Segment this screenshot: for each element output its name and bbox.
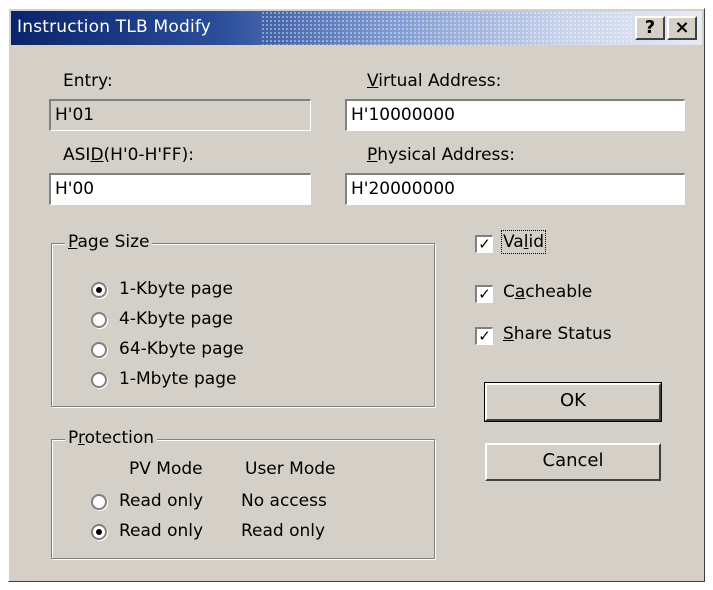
share-status-accel: S bbox=[503, 324, 514, 344]
virtual-address-input[interactable]: H'10000000 bbox=[345, 99, 685, 131]
protection-radio-no-access[interactable] bbox=[91, 494, 107, 510]
close-icon: × bbox=[674, 17, 690, 38]
page-size-radio-1m[interactable] bbox=[91, 372, 107, 388]
protection-title-post: otection bbox=[84, 428, 155, 448]
asid-accel: D bbox=[90, 145, 104, 165]
window-title: Instruction TLB Modify bbox=[17, 17, 212, 37]
page-size-option-label: 1-Mbyte page bbox=[119, 369, 237, 389]
check-icon: ✓ bbox=[478, 285, 491, 303]
check-icon: ✓ bbox=[478, 327, 491, 345]
page-size-option-label: 64-Kbyte page bbox=[119, 339, 244, 359]
physical-address-label-text: hysical Address: bbox=[377, 145, 516, 165]
physical-address-accel: P bbox=[367, 145, 378, 165]
valid-checkbox[interactable]: ✓ bbox=[475, 235, 493, 253]
protection-user-value: Read only bbox=[241, 521, 326, 541]
physical-address-label: Physical Address: bbox=[367, 145, 515, 165]
protection-accel: r bbox=[77, 428, 85, 448]
asid-input[interactable]: H'00 bbox=[49, 173, 311, 205]
cacheable-label[interactable]: Cacheable bbox=[503, 282, 592, 302]
protection-radio-read-only[interactable] bbox=[91, 524, 107, 540]
page-size-title: Page Size bbox=[65, 232, 153, 252]
protection-user-value: No access bbox=[241, 491, 327, 511]
virtual-address-label-text: irtual Address: bbox=[378, 71, 502, 91]
protection-pv-value: Read only bbox=[119, 491, 204, 511]
page-size-radio-64k[interactable] bbox=[91, 342, 107, 358]
share-status-checkbox[interactable]: ✓ bbox=[475, 327, 493, 345]
title-bar-pattern bbox=[261, 11, 632, 45]
physical-address-input[interactable]: H'20000000 bbox=[345, 173, 685, 205]
page-size-option-label: 1-Kbyte page bbox=[119, 279, 233, 299]
page-size-radio-1k[interactable] bbox=[91, 282, 107, 298]
valid-label-pre: Va bbox=[503, 232, 524, 252]
valid-label-text: Valid bbox=[501, 230, 546, 254]
page-size-option-label: 4-Kbyte page bbox=[119, 309, 233, 329]
user-mode-header: User Mode bbox=[245, 459, 336, 479]
help-icon: ? bbox=[644, 17, 656, 38]
cancel-button[interactable]: Cancel bbox=[485, 443, 661, 481]
cacheable-accel: a bbox=[514, 282, 526, 302]
help-button[interactable]: ? bbox=[635, 16, 665, 40]
asid-label-pre: ASI bbox=[63, 145, 91, 165]
virtual-address-accel: V bbox=[367, 71, 379, 91]
protection-pv-value: Read only bbox=[119, 521, 204, 541]
valid-label[interactable]: Valid bbox=[501, 230, 546, 254]
entry-field: H'01 bbox=[49, 99, 311, 131]
page-size-group bbox=[51, 243, 435, 407]
page-size-radio-4k[interactable] bbox=[91, 312, 107, 328]
protection-title: Protection bbox=[65, 428, 158, 448]
share-status-label-post: hare Status bbox=[513, 324, 612, 344]
ok-button[interactable]: OK bbox=[484, 382, 662, 422]
tlb-modify-dialog: Instruction TLB Modify ? × Entry: H'01 V… bbox=[8, 8, 705, 582]
title-bar[interactable]: Instruction TLB Modify ? × bbox=[11, 11, 702, 45]
cacheable-checkbox[interactable]: ✓ bbox=[475, 285, 493, 303]
page-size-accel: P bbox=[68, 232, 78, 252]
virtual-address-label: Virtual Address: bbox=[367, 71, 501, 91]
entry-label: Entry: bbox=[63, 71, 113, 91]
check-icon: ✓ bbox=[478, 235, 491, 253]
valid-label-post: id bbox=[528, 232, 544, 252]
asid-label-post: (H'0-H'FF): bbox=[103, 145, 194, 165]
share-status-label[interactable]: Share Status bbox=[503, 324, 612, 344]
cacheable-label-pre: C bbox=[503, 282, 515, 302]
asid-label: ASID(H'0-H'FF): bbox=[63, 145, 194, 165]
protection-title-pre: P bbox=[68, 428, 78, 448]
page-size-title-text: age Size bbox=[77, 232, 150, 252]
close-button[interactable]: × bbox=[667, 16, 697, 40]
cacheable-label-post: cheable bbox=[525, 282, 593, 302]
pv-mode-header: PV Mode bbox=[129, 459, 203, 479]
